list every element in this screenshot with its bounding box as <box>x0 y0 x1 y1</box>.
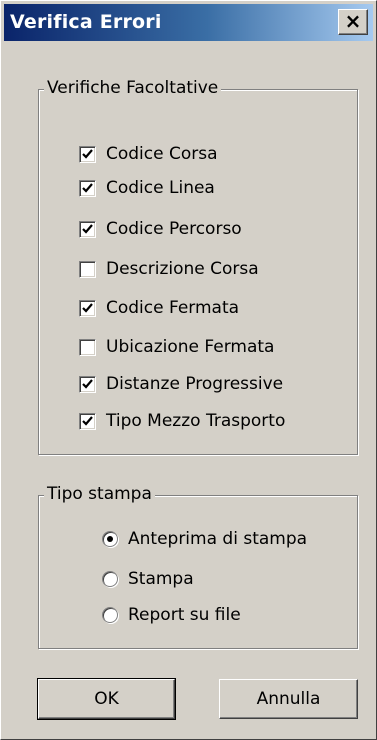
checkbox-box[interactable] <box>79 220 96 238</box>
radio-button[interactable] <box>102 531 118 547</box>
cancel-button[interactable]: Annulla <box>219 679 358 719</box>
checkbox-codice-percorso[interactable]: Codice Percorso <box>79 217 242 241</box>
close-button[interactable]: × <box>338 9 368 35</box>
radio-anteprima[interactable]: Anteprima di stampa <box>102 527 307 551</box>
checkbox-box[interactable] <box>79 260 96 278</box>
checkbox-tipo-mezzo-trasporto[interactable]: Tipo Mezzo Trasporto <box>79 409 285 433</box>
checkbox-label: Descrizione Corsa <box>106 259 259 279</box>
checkbox-distanze-progressive[interactable]: Distanze Progressive <box>79 372 283 396</box>
print-type-group: Tipo stampa Anteprima di stampa Stampa R… <box>38 484 358 649</box>
checkmark-icon <box>82 182 93 193</box>
checkbox-label: Codice Fermata <box>106 298 240 318</box>
optional-checks-group: Verifiche Facoltative Codice Corsa Codic… <box>38 78 358 455</box>
checkbox-box[interactable] <box>79 145 96 163</box>
checkbox-codice-linea[interactable]: Codice Linea <box>79 176 215 200</box>
checkbox-box[interactable] <box>79 375 96 393</box>
checkmark-icon <box>82 415 93 426</box>
radio-button[interactable] <box>102 607 118 623</box>
checkbox-box[interactable] <box>79 412 96 430</box>
radio-label: Report su file <box>128 605 241 625</box>
checkbox-descrizione-corsa[interactable]: Descrizione Corsa <box>79 257 259 281</box>
checkmark-icon <box>82 378 93 389</box>
title-bar[interactable]: Verifica Errori × <box>4 4 373 41</box>
checkbox-label: Distanze Progressive <box>106 374 284 394</box>
checkbox-label: Ubicazione Fermata <box>106 337 275 357</box>
checkbox-ubicazione-fermata[interactable]: Ubicazione Fermata <box>79 335 274 359</box>
checkmark-icon <box>82 223 93 234</box>
radio-label: Stampa <box>128 569 194 589</box>
window-title: Verifica Errori <box>10 11 162 33</box>
checkmark-icon <box>82 148 93 159</box>
checkmark-icon <box>82 302 93 313</box>
ok-button[interactable]: OK <box>37 678 176 720</box>
radio-report-su-file[interactable]: Report su file <box>102 603 241 627</box>
checkbox-label: Codice Percorso <box>106 219 242 239</box>
radio-button[interactable] <box>102 571 118 587</box>
dialog-window: Verifica Errori × Verifiche Facoltative … <box>0 0 377 740</box>
close-icon: × <box>344 9 362 33</box>
print-type-legend: Tipo stampa <box>44 484 155 504</box>
checkbox-codice-corsa[interactable]: Codice Corsa <box>79 142 218 166</box>
checkbox-box[interactable] <box>79 179 96 197</box>
checkbox-label: Codice Linea <box>106 178 215 198</box>
radio-selected-dot <box>107 536 113 542</box>
checkbox-label: Codice Corsa <box>106 144 218 164</box>
checkbox-box[interactable] <box>79 338 96 356</box>
checkbox-box[interactable] <box>79 299 96 317</box>
checkbox-codice-fermata[interactable]: Codice Fermata <box>79 296 239 320</box>
radio-stampa[interactable]: Stampa <box>102 567 194 591</box>
checkbox-label: Tipo Mezzo Trasporto <box>106 411 286 431</box>
optional-checks-legend: Verifiche Facoltative <box>44 78 222 98</box>
radio-label: Anteprima di stampa <box>128 529 308 549</box>
